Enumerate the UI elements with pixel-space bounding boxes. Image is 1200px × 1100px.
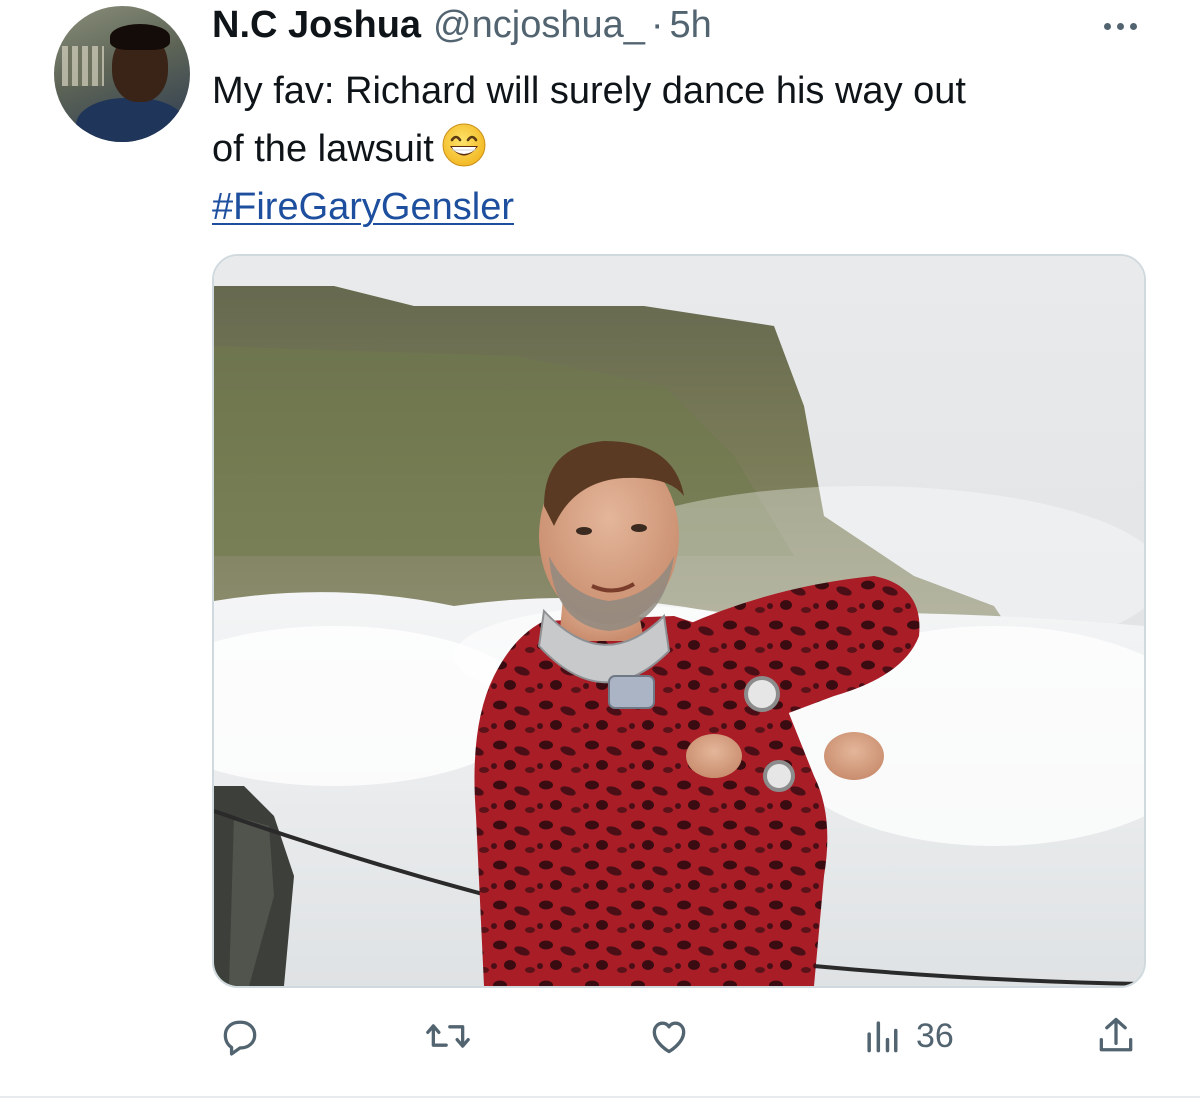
photo-dancing-man-by-waterfall bbox=[214, 256, 1144, 986]
tweet-line-2: of the lawsuit bbox=[212, 120, 1152, 178]
reply-button[interactable] bbox=[218, 1008, 276, 1064]
tweet-image[interactable] bbox=[212, 254, 1146, 988]
author-handle[interactable]: @ncjoshua_ bbox=[433, 4, 645, 47]
views-button[interactable]: 36 bbox=[862, 1008, 954, 1064]
tweet-actions: 36 bbox=[0, 1008, 1200, 1064]
tweet-line-3: #FireGaryGensler bbox=[212, 178, 1152, 236]
timestamp[interactable]: 5h bbox=[670, 4, 712, 47]
tweet: N.C Joshua @ncjoshua_ · 5h My fav: Richa… bbox=[0, 0, 1200, 1100]
views-icon bbox=[867, 1021, 898, 1053]
retweet-button[interactable] bbox=[424, 1008, 486, 1064]
tweet-line-1: My fav: Richard will surely dance his wa… bbox=[212, 70, 966, 112]
divider bbox=[0, 1096, 1200, 1098]
grinning-emoji-icon bbox=[440, 121, 488, 169]
separator: · bbox=[650, 4, 664, 46]
retweet-icon bbox=[426, 1024, 470, 1048]
tweet-header: N.C Joshua @ncjoshua_ · 5h bbox=[212, 4, 712, 52]
views-count: 36 bbox=[916, 1016, 954, 1055]
tweet-text: My fav: Richard will surely dance his wa… bbox=[212, 62, 1152, 236]
author-name[interactable]: N.C Joshua bbox=[212, 4, 421, 47]
reply-icon bbox=[223, 1020, 257, 1056]
like-icon bbox=[652, 1021, 686, 1054]
hashtag-link[interactable]: #FireGaryGensler bbox=[212, 186, 514, 228]
share-icon bbox=[1099, 1017, 1133, 1052]
tweet-line-2-text: of the lawsuit bbox=[212, 128, 434, 170]
share-button[interactable] bbox=[1094, 1008, 1152, 1064]
like-button[interactable] bbox=[646, 1008, 706, 1064]
avatar[interactable] bbox=[54, 6, 190, 142]
more-icon[interactable] bbox=[1096, 14, 1144, 38]
